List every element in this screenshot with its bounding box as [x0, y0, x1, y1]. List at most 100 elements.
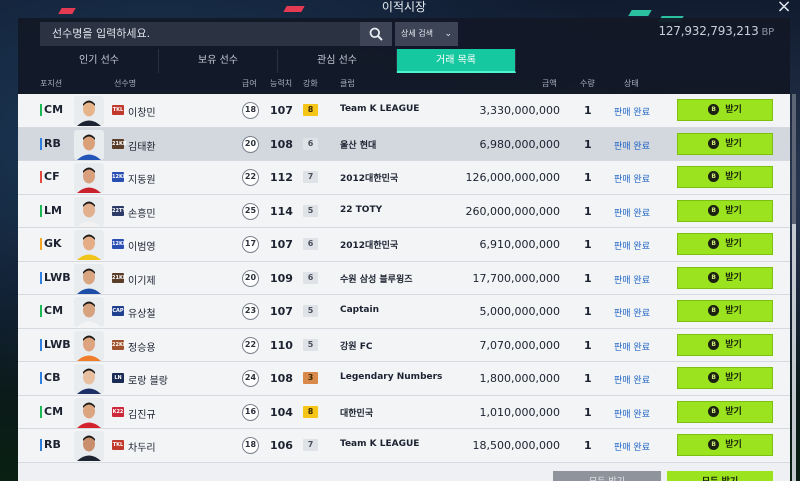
- bp-coin-icon: B: [708, 238, 720, 249]
- status-text: 판매 완료: [614, 175, 650, 185]
- player-name[interactable]: 김태환: [128, 138, 156, 153]
- overall-rating: 110: [270, 338, 293, 352]
- receive-button[interactable]: B 받기: [677, 434, 773, 456]
- overall-rating: 107: [270, 104, 293, 117]
- receive-button[interactable]: B 받기: [677, 367, 773, 389]
- player-name[interactable]: 로랑 블랑: [128, 372, 168, 387]
- season-badge: K22: [112, 406, 124, 417]
- receive-all-gray-button[interactable]: 모두 받기: [553, 471, 661, 481]
- status-text: 판매 완료: [614, 242, 650, 252]
- overall-rating: 108: [270, 137, 293, 151]
- search-input[interactable]: [40, 22, 360, 46]
- position-color-bar: [40, 204, 42, 217]
- receive-button[interactable]: B 받기: [677, 233, 773, 255]
- table-row[interactable]: CM TKL 이창민 18 107 8 Team K LEAGUE 3,330,…: [18, 94, 790, 128]
- receive-all-button[interactable]: 모두 받기: [667, 471, 773, 481]
- club-name: Legendary Numbers: [340, 372, 443, 382]
- player-name[interactable]: 이창민: [128, 104, 156, 119]
- receive-button[interactable]: B 받기: [677, 266, 773, 289]
- position-label: LWB: [40, 338, 71, 352]
- player-avatar: [74, 364, 104, 394]
- col-ovr: 능력치: [270, 79, 293, 88]
- overall-rating: 107: [270, 238, 293, 251]
- quantity-value: 1: [584, 204, 592, 218]
- player-name[interactable]: 이범영: [128, 238, 156, 253]
- table-row[interactable]: CM K22 김진규 16 104 8 대한민국 1,010,000,000 1…: [18, 395, 790, 429]
- table-row[interactable]: CF 12KH 지동원 22 112 7 2012대한민국 126,000,00…: [18, 161, 790, 195]
- club-name: 22 TOTY: [340, 204, 383, 215]
- player-avatar: [74, 196, 104, 227]
- player-name[interactable]: 정승용: [128, 339, 156, 354]
- bp-amount: 127,932,793,213: [658, 24, 759, 38]
- enhance-level-badge: 6: [303, 271, 318, 284]
- scrollbar[interactable]: [792, 94, 796, 481]
- table-row[interactable]: LM 22TY 손흥민 25 114 5 22 TOTY 260,000,000…: [18, 194, 790, 228]
- column-header: 포지션 선수명 급여 능력치 강화 클럽 금액 수량 상태: [18, 76, 790, 92]
- col-status: 상태: [624, 79, 639, 88]
- season-badge: 21KB: [112, 272, 127, 283]
- detail-search-button[interactable]: 상세 검색 ⌄: [395, 22, 458, 46]
- enhance-level-badge: 7: [303, 439, 318, 451]
- tab-owned[interactable]: 보유 선수: [159, 49, 278, 73]
- receive-button[interactable]: B 받기: [677, 400, 773, 423]
- status-text: 판매 완료: [614, 309, 650, 319]
- position-color-bar: [40, 104, 42, 116]
- club-name: 강원 FC: [340, 341, 373, 352]
- player-name[interactable]: 지동원: [128, 171, 156, 186]
- search-icon: [369, 27, 383, 41]
- bp-unit: BP: [761, 27, 775, 38]
- season-badge: TKL: [112, 105, 124, 115]
- salary-badge: 20: [242, 269, 259, 287]
- quantity-value: 1: [584, 305, 592, 318]
- table-row[interactable]: LWB 22KB 정승용 22 110 5 강원 FC 7,070,000,00…: [18, 328, 790, 362]
- club-name: Team K LEAGUE: [340, 439, 420, 449]
- bp-coin-icon: B: [708, 137, 720, 149]
- tab-watchlist[interactable]: 관심 선수: [278, 49, 397, 73]
- position-label: CM: [40, 304, 63, 318]
- table-row[interactable]: RB TKL 차두리 18 106 7 Team K LEAGUE 18,500…: [18, 429, 790, 463]
- player-face-icon: [74, 129, 104, 160]
- receive-button[interactable]: B 받기: [677, 166, 773, 188]
- bp-coin-icon: B: [708, 204, 720, 216]
- table-row[interactable]: GK 12KH 이범영 17 107 6 2012대한민국 6,910,000,…: [18, 228, 790, 262]
- position-color-bar: [40, 137, 42, 150]
- position-text: LWB: [44, 270, 71, 284]
- player-name[interactable]: 차두리: [128, 439, 156, 454]
- quantity-value: 1: [584, 171, 592, 184]
- tab-popular[interactable]: 인기 선수: [40, 49, 159, 73]
- tab-bar: 인기 선수 보유 선수 관심 선수 거래 목록: [40, 49, 516, 73]
- club-name: 대한민국: [340, 408, 374, 419]
- table-row[interactable]: CM CAP 유상철 23 107 5 Captain 5,000,000,00…: [18, 295, 790, 329]
- receive-button[interactable]: B 받기: [677, 99, 773, 121]
- player-avatar: [74, 163, 104, 193]
- position-label: RB: [40, 438, 61, 452]
- player-face-icon: [74, 163, 104, 193]
- position-label: CB: [40, 371, 60, 385]
- bp-coin-icon: B: [708, 338, 720, 350]
- salary-badge: 22: [242, 169, 259, 186]
- player-name[interactable]: 이기제: [128, 272, 156, 287]
- price-value: 6,980,000,000: [479, 137, 560, 151]
- receive-button[interactable]: B 받기: [677, 300, 773, 322]
- scroll-thumb[interactable]: [792, 94, 796, 224]
- table-row[interactable]: CB LN 로랑 블랑 24 108 3 Legendary Numbers 1…: [18, 362, 790, 396]
- enhance-level-badge: 8: [303, 104, 318, 116]
- player-name[interactable]: 유상철: [128, 305, 156, 320]
- price-value: 5,000,000,000: [479, 305, 560, 318]
- player-avatar: [74, 431, 104, 461]
- price-value: 7,070,000,000: [479, 338, 560, 352]
- player-name[interactable]: 손흥민: [128, 205, 156, 220]
- price-value: 18,500,000,000: [472, 439, 560, 452]
- table-row[interactable]: RB 21KB 김태환 20 108 6 울산 현대 6,980,000,000…: [18, 127, 790, 161]
- tab-trade-list[interactable]: 거래 목록: [397, 49, 516, 73]
- close-icon[interactable]: ×: [774, 0, 794, 18]
- search-button[interactable]: [360, 22, 392, 46]
- receive-button[interactable]: B 받기: [677, 333, 773, 356]
- bp-coin-icon: B: [708, 372, 720, 383]
- salary-badge: 23: [242, 303, 259, 320]
- player-name[interactable]: 김진규: [128, 406, 156, 421]
- col-level: 강화: [303, 79, 318, 88]
- receive-button[interactable]: B 받기: [677, 132, 773, 155]
- table-row[interactable]: LWB 21KB 이기제 20 109 6 수원 삼성 블루윙즈 17,700,…: [18, 261, 790, 295]
- receive-button[interactable]: B 받기: [677, 199, 773, 222]
